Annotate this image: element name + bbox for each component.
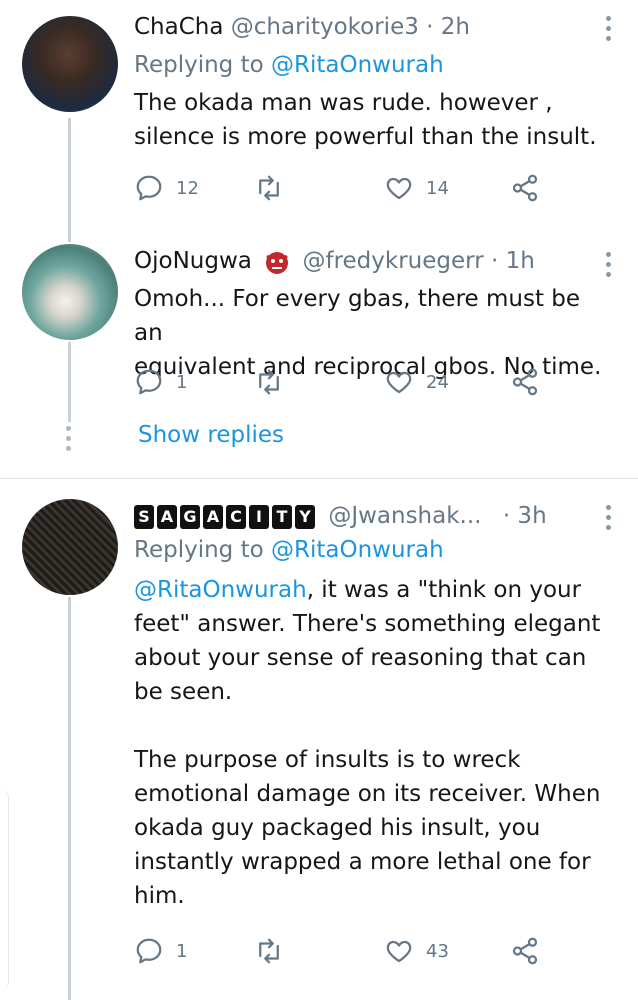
heart-icon <box>386 371 412 394</box>
handle[interactable]: @fredykruegerr <box>302 248 483 274</box>
display-name-badge[interactable]: SAGACITY <box>134 504 315 529</box>
like-count: 43 <box>426 940 449 962</box>
tweet-text: The okada man was rude. however , silenc… <box>134 86 614 154</box>
thread-line <box>68 118 71 230</box>
retweet-button[interactable] <box>254 168 284 208</box>
badge-letter: C <box>226 504 246 529</box>
text-line: Omoh... For every gbas, there must be an <box>134 286 581 346</box>
share-button[interactable] <box>510 168 540 208</box>
reply-count: 12 <box>176 177 199 199</box>
thread-line <box>68 342 71 422</box>
action-bar: 1 24 <box>134 362 574 402</box>
badge-letter: Y <box>295 504 315 529</box>
display-name[interactable]: OjoNugwa <box>134 248 252 274</box>
avatar[interactable] <box>22 499 118 595</box>
share-icon <box>512 937 538 965</box>
reply-icon <box>136 369 162 395</box>
avatar[interactable] <box>22 244 118 340</box>
reply-button[interactable]: 1 <box>134 362 187 402</box>
tweet-header: OjoNugwa @fredykruegerr · 1h <box>134 244 535 278</box>
replying-to: Replying to @RitaOnwurah <box>134 48 444 82</box>
display-name[interactable]: ChaCha <box>134 14 223 40</box>
tweet-header: SAGACITY @Jwanshak... · 3h <box>134 499 547 533</box>
reply-count: 1 <box>176 940 188 962</box>
tweet-ojonugwa[interactable]: OjoNugwa @fredykruegerr · 1h Omoh... For… <box>0 230 638 480</box>
handle[interactable]: @Jwanshak... <box>328 503 481 529</box>
text-line: about your sense of reasoning that can <box>134 645 587 671</box>
tweet-sagacity[interactable]: SAGACITY @Jwanshak... · 3h Replying to @… <box>0 479 638 1000</box>
badge-letter: S <box>134 504 154 529</box>
action-bar: 12 14 <box>134 168 574 208</box>
thread-line <box>68 230 71 242</box>
like-button[interactable]: 43 <box>384 931 449 971</box>
replying-prefix: Replying to <box>134 537 264 563</box>
timestamp: · 2h <box>426 14 471 40</box>
tweet-chacha[interactable]: ChaCha @charityokorie3 · 2h Replying to … <box>0 0 638 230</box>
reply-icon <box>136 938 162 964</box>
retweet-button[interactable] <box>254 931 284 971</box>
heart-icon <box>386 940 412 963</box>
badge-letter: G <box>180 504 200 529</box>
like-count: 14 <box>426 177 449 199</box>
share-button[interactable] <box>510 362 540 402</box>
ogre-emoji-icon <box>266 251 289 274</box>
retweet-icon <box>259 369 279 395</box>
replying-to-link[interactable]: @RitaOnwurah <box>271 52 444 78</box>
share-icon <box>512 174 538 202</box>
timestamp: · 3h <box>502 503 547 529</box>
retweet-button[interactable] <box>254 362 284 402</box>
thread-dots <box>66 426 71 456</box>
more-icon[interactable] <box>606 505 612 535</box>
heart-icon <box>386 177 412 200</box>
badge-letter: I <box>249 504 269 529</box>
reply-count: 1 <box>176 371 188 393</box>
action-bar: 1 43 <box>134 931 574 971</box>
text-line: The purpose of insults is to wreck <box>134 747 521 773</box>
thread-line <box>68 597 71 1000</box>
text-line: instantly wrapped a more lethal one for <box>134 849 591 875</box>
tweet-text: @RitaOnwurah, it was a "think on your fe… <box>134 573 614 913</box>
tweet-header: ChaCha @charityokorie3 · 2h <box>134 10 470 44</box>
share-button[interactable] <box>510 931 540 971</box>
text-line: be seen. <box>134 679 233 705</box>
retweet-icon <box>259 175 279 201</box>
replying-prefix: Replying to <box>134 52 264 78</box>
handle[interactable]: @charityokorie3 <box>231 14 419 40</box>
like-button[interactable]: 24 <box>384 362 449 402</box>
mention-link[interactable]: @RitaOnwurah <box>134 577 307 603</box>
badge-letter: A <box>203 504 223 529</box>
text-line: The okada man was rude. however , <box>134 90 553 116</box>
text-line: emotional damage on its receiver. When <box>134 781 601 807</box>
edge-handle <box>0 790 9 990</box>
more-icon[interactable] <box>606 252 612 282</box>
replying-to-link[interactable]: @RitaOnwurah <box>271 537 444 563</box>
retweet-icon <box>259 938 279 964</box>
text-line: feet" answer. There's something elegant <box>134 611 601 637</box>
text-fragment: , it was a "think on your <box>306 577 582 603</box>
timestamp: · 1h <box>490 248 535 274</box>
like-button[interactable]: 14 <box>384 168 449 208</box>
show-replies-link[interactable]: Show replies <box>138 422 284 448</box>
like-count: 24 <box>426 371 449 393</box>
reply-button[interactable]: 1 <box>134 931 187 971</box>
text-line: him. <box>134 883 185 909</box>
reply-button[interactable]: 12 <box>134 168 199 208</box>
share-icon <box>512 368 538 396</box>
avatar[interactable] <box>22 16 118 112</box>
text-line: silence is more powerful than the insult… <box>134 124 597 150</box>
replying-to: Replying to @RitaOnwurah <box>134 533 444 567</box>
badge-letter: T <box>272 504 292 529</box>
badge-letter: A <box>157 504 177 529</box>
more-icon[interactable] <box>606 16 612 46</box>
reply-icon <box>136 175 162 201</box>
text-line: @RitaOnwurah, it was a "think on your <box>134 573 614 607</box>
text-line: okada guy packaged his insult, you <box>134 815 541 841</box>
